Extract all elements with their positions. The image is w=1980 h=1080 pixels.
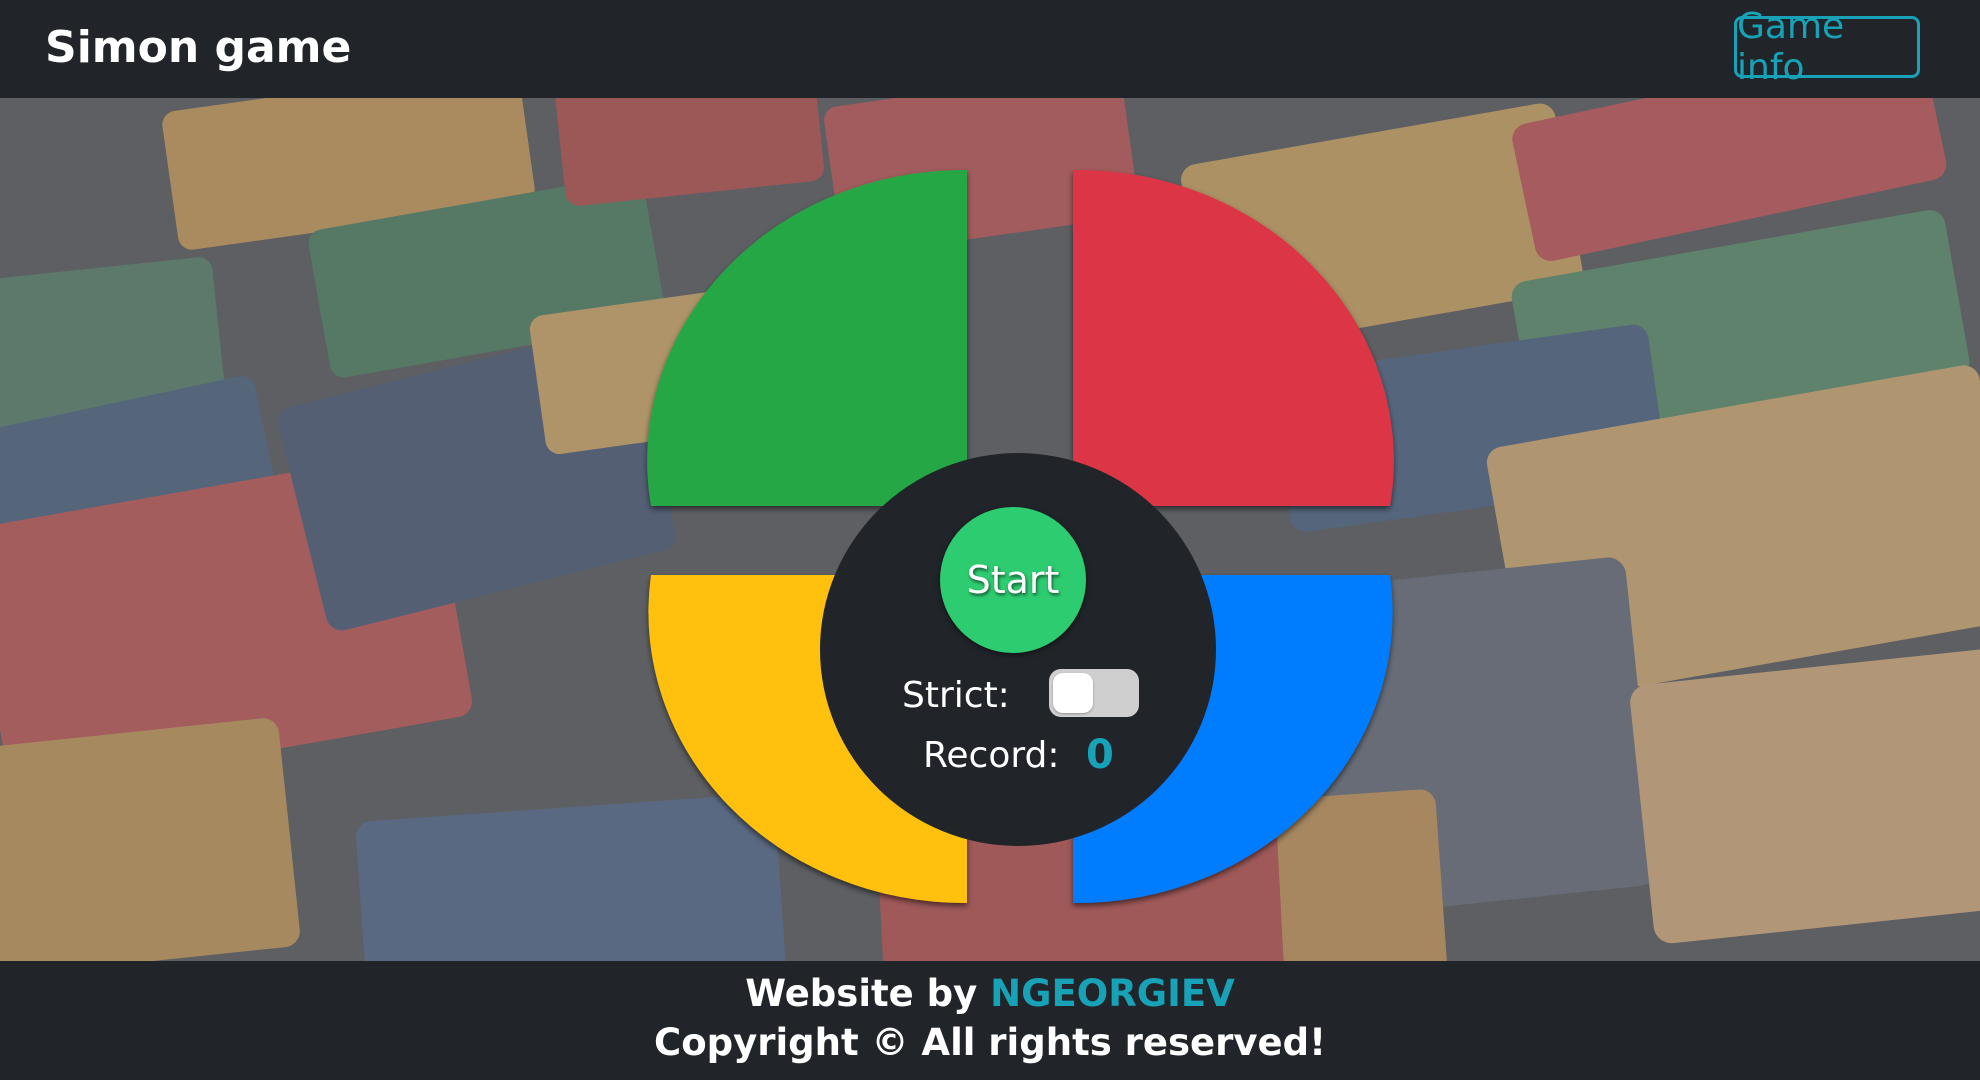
footer-credit: Website by NGEORGIEV	[0, 969, 1980, 1019]
pad-top-left[interactable]	[647, 169, 967, 507]
game-info-button[interactable]: Game info	[1734, 6, 1920, 88]
control-panel: Start Strict: Record: 0	[820, 453, 1216, 846]
record-label: Record:	[923, 735, 1060, 776]
start-button[interactable]: Start	[940, 507, 1086, 653]
pad-top-right[interactable]	[1073, 169, 1394, 507]
strict-toggle[interactable]	[1049, 669, 1139, 717]
copyright-text: Copyright © All rights reserved!	[654, 1021, 1326, 1064]
credit-prefix: Website by	[745, 972, 978, 1015]
strict-label: Strict:	[902, 675, 1010, 716]
record-value: 0	[1086, 732, 1114, 778]
game-stage: Start Strict: Record: 0	[0, 98, 1980, 961]
page-title: Simon game	[45, 22, 352, 73]
strict-toggle-knob	[1053, 673, 1093, 713]
footer: Website by NGEORGIEV Copyright © All rig…	[0, 961, 1980, 1080]
navbar: Simon game Game info	[0, 0, 1980, 98]
author-link[interactable]: NGEORGIEV	[990, 972, 1235, 1015]
